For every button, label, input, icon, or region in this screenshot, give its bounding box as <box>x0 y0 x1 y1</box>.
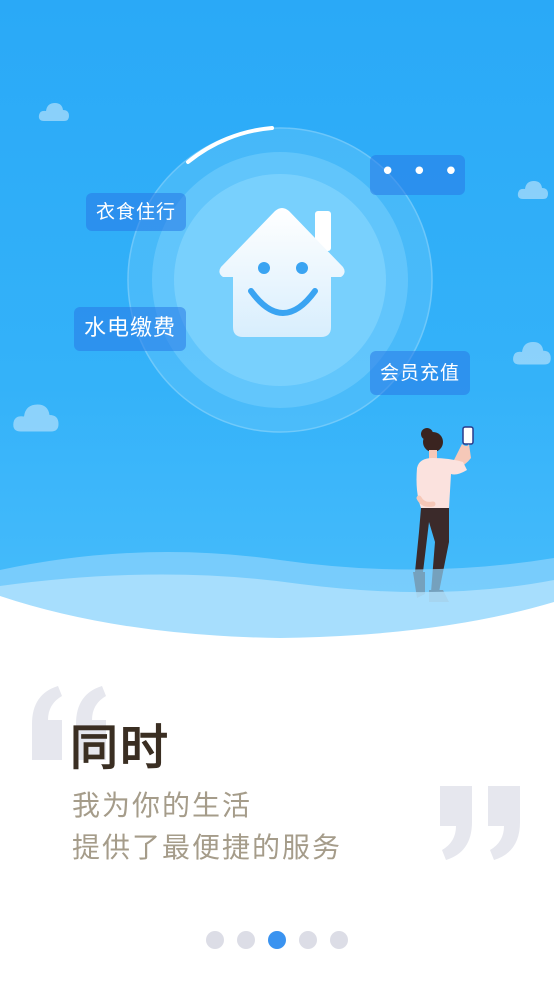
tag-more-ellipsis: • • • <box>370 155 465 195</box>
hero-illustration: 衣食住行 水电缴费 会员充值 • • • <box>0 0 554 640</box>
cloud-icon <box>512 338 552 366</box>
close-quote-icon <box>440 786 520 860</box>
subtitle-line-2: 提供了最便捷的服务 <box>72 831 343 864</box>
page-dot-2[interactable] <box>237 931 255 949</box>
subtitle-line-1: 我为你的生活 <box>72 789 253 822</box>
wave-divider <box>0 552 554 640</box>
tag-member-recharge: 会员充值 <box>370 351 471 395</box>
page-indicator <box>0 931 554 949</box>
page-dot-5[interactable] <box>330 931 348 949</box>
tag-utility-bills: 水电缴费 <box>74 307 187 351</box>
cloud-icon <box>38 100 70 122</box>
cloud-icon <box>12 400 60 433</box>
page-dot-4[interactable] <box>299 931 317 949</box>
page-dot-3-active[interactable] <box>268 931 286 949</box>
house-smile-icon <box>219 208 345 337</box>
page-headline: 同时 <box>70 720 171 776</box>
cloud-icon <box>517 178 549 200</box>
page-dot-1[interactable] <box>206 931 224 949</box>
tag-food-living: 衣食住行 <box>86 193 187 231</box>
